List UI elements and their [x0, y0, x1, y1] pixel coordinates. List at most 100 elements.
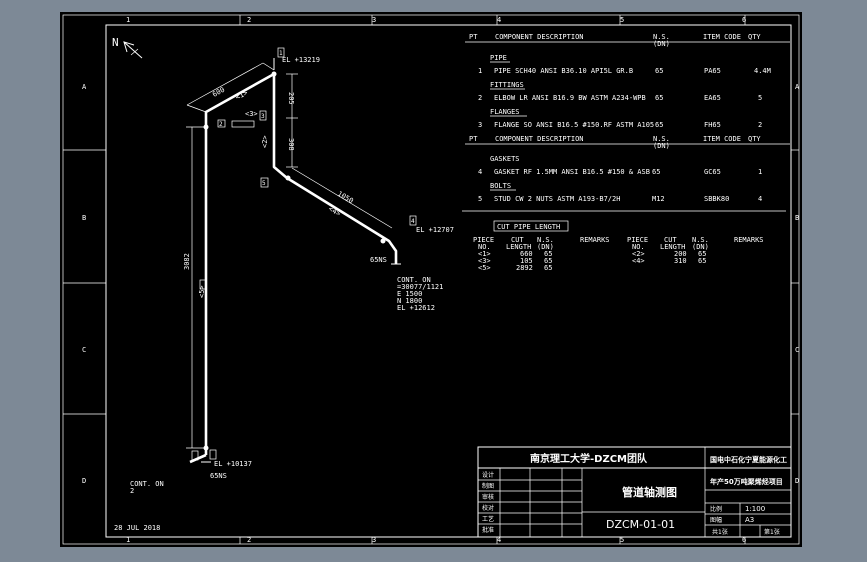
bom-section-title: GASKETS [490, 155, 520, 163]
dim-3082: 3082 [183, 253, 191, 270]
date-label: 28 JUL 2018 [114, 524, 160, 532]
bom-row-code: PA65 [704, 67, 721, 75]
dim-308: 308 [287, 138, 295, 151]
continuation-bottom-ref: 2 [130, 487, 134, 495]
col-label-2: 2 [247, 16, 251, 24]
bom-row-desc: STUD CW 2 NUTS ASTM A193-B7/2H [494, 195, 620, 203]
cut-row-no: <5> [478, 264, 491, 272]
col-label-1: 1 [126, 16, 130, 24]
size-label: 图幅 [710, 516, 722, 524]
bom-header-code-2: ITEM CODE [703, 135, 741, 143]
cut-table-title: CUT PIPE LENGTH [497, 223, 560, 231]
north-label: N [112, 36, 119, 49]
bom-row-qty: 4 [758, 195, 762, 203]
row-label-c: C [82, 346, 86, 354]
continuation-bottom-label: CONT. ON [130, 480, 164, 488]
bom-row-dn: M12 [652, 195, 665, 203]
row-label-b: B [82, 214, 86, 222]
bom-row-qty: 5 [758, 94, 762, 102]
row-label-b-right: B [795, 214, 799, 222]
bom-row-desc: ELBOW LR ANSI B16.9 BW ASTM A234-WPB [494, 94, 646, 102]
nominal-size-mid: 65NS [370, 256, 387, 264]
scale-value: 1:100 [745, 505, 765, 513]
bom-row-pt: 3 [478, 121, 482, 129]
role-label: 校对 [482, 504, 494, 512]
bom-row-pt: 5 [478, 195, 482, 203]
col-label-6: 6 [742, 16, 746, 24]
sheet-number: 第1张 [764, 528, 780, 536]
continuation-elevation: EL +12612 [397, 304, 435, 312]
project-name: 国电中石化宁夏能源化工 [710, 455, 787, 464]
col-label-3-bottom: 3 [372, 536, 376, 544]
col-label-3: 3 [372, 16, 376, 24]
drawing-sheet [60, 12, 802, 547]
piece-label-2: <2> [261, 135, 269, 148]
row-label-d-right: D [795, 477, 799, 485]
bom-row-code: EA65 [704, 94, 721, 102]
item-tag-3: 3 [261, 113, 265, 120]
organization-name: 南京理工大学-DZCM团队 [530, 452, 648, 465]
piece-label-5: <5> [198, 285, 206, 298]
bom-row-code: GC65 [704, 168, 721, 176]
bom-row-desc: PIPE SCH40 ANSI B36.10 API5L GR.B [494, 67, 633, 75]
col-label-2-bottom: 2 [247, 536, 251, 544]
bom-row-dn: 65 [655, 94, 663, 102]
piece-label-3: <3> [245, 110, 258, 118]
bom-row-dn: 65 [652, 168, 660, 176]
elevation-bottom: EL +10137 [214, 460, 252, 468]
bom-row-code: SBBK80 [704, 195, 729, 203]
bom-header-dn: (DN) [653, 40, 670, 48]
elevation-mid: EL +12707 [416, 226, 454, 234]
cut-row-no: <4> [632, 257, 645, 265]
role-label: 工艺 [482, 515, 494, 523]
bom-row-pt: 1 [478, 67, 482, 75]
bom-header-desc: COMPONENT DESCRIPTION [495, 33, 584, 41]
bom-row-pt: 4 [478, 168, 482, 176]
row-label-c-right: C [795, 346, 799, 354]
drawing-canvas: 1 2 3 4 5 6 1 2 3 4 5 6 A B C D A B C D … [60, 12, 802, 547]
drawing-number: DZCM-01-01 [606, 518, 675, 531]
cut-row-len: 2892 [516, 264, 533, 272]
sheet-total: 共1张 [712, 528, 728, 536]
bom-header-qty: QTY [748, 33, 761, 41]
project-subtitle: 年产50万吨聚烯烃项目 [710, 477, 783, 486]
bom-header-pt-2: PT [469, 135, 478, 143]
bom-row-desc: GASKET RF 1.5MM ANSI B16.5 #150 & ASB [494, 168, 650, 176]
bom-header-dn-2: (DN) [653, 142, 670, 150]
role-label: 批准 [482, 526, 494, 534]
scale-label: 比例 [710, 505, 722, 513]
cut-row-dn: 65 [698, 257, 706, 265]
bom-row-qty: 4.4M [754, 67, 771, 75]
item-tag-2: 2 [219, 121, 223, 128]
cut-row-len: 310 [674, 257, 687, 265]
size-value: A3 [745, 516, 754, 524]
bom-section-title: BOLTS [490, 182, 511, 190]
elbow-marker [285, 175, 291, 181]
nominal-size-bottom: 65NS [210, 472, 227, 480]
col-label-5: 5 [620, 16, 624, 24]
bom-header-qty-2: QTY [748, 135, 761, 143]
role-label: 制图 [482, 482, 494, 490]
cut-row-dn: 65 [544, 264, 552, 272]
item-tag-5: 5 [262, 180, 266, 187]
role-label: 设计 [482, 471, 494, 479]
col-label-4: 4 [497, 16, 501, 24]
bom-row-desc: FLANGE SO ANSI B16.5 #150.RF ASTM A105 [494, 121, 654, 129]
bom-row-qty: 1 [758, 168, 762, 176]
bom-row-code: FH65 [704, 121, 721, 129]
elbow-marker [380, 238, 386, 244]
drawing-title: 管道轴测图 [622, 485, 677, 499]
bom-section-title: PIPE [490, 54, 507, 62]
item-tag-4: 4 [411, 218, 415, 225]
role-label: 审核 [482, 493, 494, 501]
bom-section-title: FITTINGS [490, 81, 524, 89]
row-label-d: D [82, 477, 86, 485]
bom-section-title: FLANGES [490, 108, 520, 116]
bom-row-dn: 65 [655, 67, 663, 75]
cut-header-remarks: REMARKS [580, 236, 610, 244]
elbow-marker [271, 71, 277, 77]
cad-viewport: 1 2 3 4 5 6 1 2 3 4 5 6 A B C D A B C D … [0, 0, 867, 562]
bom-header-desc-2: COMPONENT DESCRIPTION [495, 135, 584, 143]
bom-row-pt: 2 [478, 94, 482, 102]
bom-header-pt: PT [469, 33, 478, 41]
